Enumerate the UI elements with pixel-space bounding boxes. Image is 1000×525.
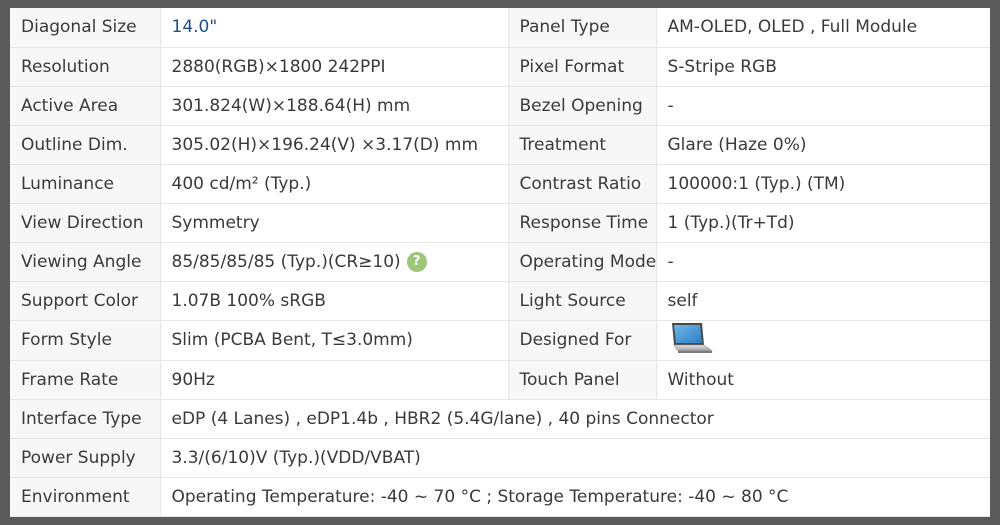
table-row: Outline Dim. 305.02(H)×196.24(V) ×3.17(D… xyxy=(10,125,990,165)
spec-value-panel-type: AM-OLED, OLED , Full Module xyxy=(656,8,990,48)
spec-value-contrast-ratio: 100000:1 (Typ.) (TM) xyxy=(656,164,990,204)
spec-label-form-style: Form Style xyxy=(10,320,161,361)
spec-label-power-supply: Power Supply xyxy=(10,438,161,478)
spec-value-treatment: Glare (Haze 0%) xyxy=(656,125,990,165)
screen-frame: Diagonal Size 14.0" Panel Type AM-OLED, … xyxy=(0,0,1000,525)
spec-label-environment: Environment xyxy=(10,477,161,517)
spec-value-view-direction: Symmetry xyxy=(160,203,509,243)
spec-label-bezel-opening: Bezel Opening xyxy=(508,86,657,126)
table-row: View Direction Symmetry Response Time 1 … xyxy=(10,203,990,243)
spec-value-bezel-opening: - xyxy=(656,86,990,126)
spec-value-response-time: 1 (Typ.)(Tr+Td) xyxy=(656,203,990,243)
spec-value-designed-for xyxy=(656,320,990,361)
table-row: Form Style Slim (PCBA Bent, T≤3.0mm) Des… xyxy=(10,320,990,361)
table-row: Interface Type eDP (4 Lanes) , eDP1.4b ,… xyxy=(10,399,990,439)
spec-label-panel-type: Panel Type xyxy=(508,8,657,48)
spec-label-light-source: Light Source xyxy=(508,281,657,321)
spec-label-support-color: Support Color xyxy=(10,281,161,321)
table-row: Diagonal Size 14.0" Panel Type AM-OLED, … xyxy=(10,8,990,48)
table-row: Active Area 301.824(W)×188.64(H) mm Beze… xyxy=(10,86,990,126)
spec-label-diagonal-size: Diagonal Size xyxy=(10,8,161,48)
spec-value-viewing-angle-cell: 85/85/85/85 (Typ.)(CR≥10)? xyxy=(160,242,509,282)
spec-label-designed-for: Designed For xyxy=(508,320,657,361)
question-icon[interactable]: ? xyxy=(406,251,427,272)
table-row: Frame Rate 90Hz Touch Panel Without xyxy=(10,360,990,400)
spec-label-resolution: Resolution xyxy=(10,47,161,87)
spec-value-power-supply: 3.3/(6/10)V (Typ.)(VDD/VBAT) xyxy=(160,438,990,478)
spec-value-support-color: 1.07B 100% sRGB xyxy=(160,281,509,321)
spec-value-touch-panel: Without xyxy=(656,360,990,400)
spec-value-resolution: 2880(RGB)×1800 242PPI xyxy=(160,47,509,87)
spec-label-contrast-ratio: Contrast Ratio xyxy=(508,164,657,204)
spec-value-active-area: 301.824(W)×188.64(H) mm xyxy=(160,86,509,126)
spec-label-operating-mode: Operating Mode xyxy=(508,242,657,282)
table-row: Power Supply 3.3/(6/10)V (Typ.)(VDD/VBAT… xyxy=(10,438,990,478)
spec-value-environment: Operating Temperature: -40 ~ 70 °C ; Sto… xyxy=(160,477,990,517)
spec-panel: Diagonal Size 14.0" Panel Type AM-OLED, … xyxy=(10,8,990,517)
spec-label-viewing-angle: Viewing Angle xyxy=(10,242,161,282)
table-row: Viewing Angle 85/85/85/85 (Typ.)(CR≥10)?… xyxy=(10,242,990,282)
spec-label-frame-rate: Frame Rate xyxy=(10,360,161,400)
spec-table: Diagonal Size 14.0" Panel Type AM-OLED, … xyxy=(10,8,990,517)
spec-label-luminance: Luminance xyxy=(10,164,161,204)
table-row: Resolution 2880(RGB)×1800 242PPI Pixel F… xyxy=(10,47,990,87)
spec-value-operating-mode: - xyxy=(656,242,990,282)
spec-value-viewing-angle: 85/85/85/85 (Typ.)(CR≥10) xyxy=(171,251,401,272)
spec-label-response-time: Response Time xyxy=(508,203,657,243)
spec-label-active-area: Active Area xyxy=(10,86,161,126)
spec-value-light-source: self xyxy=(656,281,990,321)
spec-value-interface-type: eDP (4 Lanes) , eDP1.4b , HBR2 (5.4G/lan… xyxy=(160,399,990,439)
spec-value-luminance: 400 cd/m² (Typ.) xyxy=(160,164,509,204)
table-row: Luminance 400 cd/m² (Typ.) Contrast Rati… xyxy=(10,164,990,204)
spec-value-outline-dim: 305.02(H)×196.24(V) ×3.17(D) mm xyxy=(160,125,509,165)
spec-label-touch-panel: Touch Panel xyxy=(508,360,657,400)
spec-label-treatment: Treatment xyxy=(508,125,657,165)
spec-label-pixel-format: Pixel Format xyxy=(508,47,657,87)
spec-label-interface-type: Interface Type xyxy=(10,399,161,439)
spec-label-outline-dim: Outline Dim. xyxy=(10,125,161,165)
spec-value-frame-rate: 90Hz xyxy=(160,360,509,400)
table-row: Environment Operating Temperature: -40 ~… xyxy=(10,477,990,517)
spec-value-form-style: Slim (PCBA Bent, T≤3.0mm) xyxy=(160,320,509,361)
spec-label-view-direction: View Direction xyxy=(10,203,161,243)
table-row: Support Color 1.07B 100% sRGB Light Sour… xyxy=(10,281,990,321)
spec-value-pixel-format: S-Stripe RGB xyxy=(656,47,990,87)
spec-value-diagonal-size: 14.0" xyxy=(160,8,509,48)
laptop-icon xyxy=(668,321,714,360)
